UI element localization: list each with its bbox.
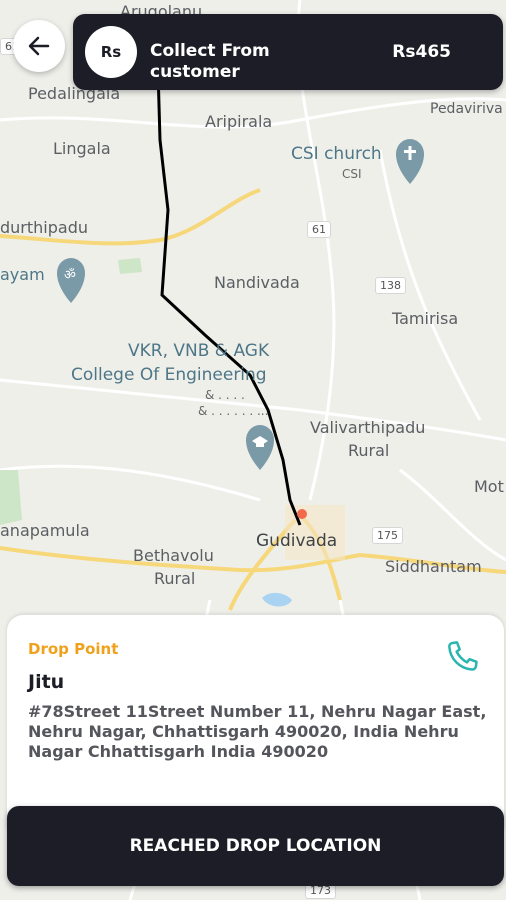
map-label-csi-church: CSI church (291, 144, 382, 164)
map-label-valivarthipadu: Valivarthipadu (310, 418, 426, 437)
map-label-durthipadu: durthipadu (0, 218, 88, 237)
customer-name: Jitu (28, 671, 65, 693)
call-button[interactable] (440, 635, 484, 679)
map-label-valivarthipadu-rural: Rural (348, 441, 390, 460)
arrow-left-icon (28, 36, 50, 56)
map-label-mot: Mot (474, 477, 504, 496)
road-shield-175: 175 (372, 527, 403, 544)
collect-amount: Rs465 (392, 42, 451, 62)
map-label-bethavolu: Bethavolu (133, 546, 214, 565)
map-label-siddhantam: Siddhantam (385, 557, 482, 576)
destination-dot (297, 509, 307, 519)
road-shield-61: 61 (307, 221, 331, 238)
map-label-ayam: ayam (0, 265, 45, 284)
map-label-csi: CSI (342, 167, 362, 181)
collect-label: Collect From customer (150, 41, 270, 82)
svg-text:ॐ: ॐ (64, 268, 76, 283)
map-label-vkr-line1: VKR, VNB & AGK (128, 341, 270, 361)
drop-point-title: Drop Point (28, 640, 119, 658)
map-label-vkr-line3: & . . . . (205, 388, 245, 402)
map-label-vkr-line4: & . . . . . . ... (198, 404, 269, 418)
map-label-pedaviriva: Pedaviriva (430, 101, 503, 117)
collect-payment-banner: Rs Collect From customer Rs465 (73, 14, 503, 90)
map-label-bethavolu-rural: Rural (154, 569, 196, 588)
reached-drop-location-button[interactable]: REACHED DROP LOCATION (7, 806, 504, 886)
map-label-vkr-line2: College Of Engineering (71, 365, 267, 385)
phone-icon (448, 641, 478, 671)
map-label-tamirisa: Tamirisa (392, 309, 459, 328)
map-label-aripirala: Aripirala (205, 112, 273, 131)
map-label-anapamula: anapamula (0, 521, 90, 540)
map-label-gudivada: Gudivada (256, 531, 338, 551)
rs-badge: Rs (85, 26, 137, 78)
map-label-lingala: Lingala (53, 139, 111, 158)
drop-address: #78Street 11Street Number 11, Nehru Naga… (28, 702, 487, 761)
road-shield-138: 138 (375, 277, 406, 294)
back-button[interactable] (13, 20, 65, 72)
map-label-nandivada: Nandivada (214, 273, 300, 292)
drop-point-card: Drop Point Jitu #78Street 11Street Numbe… (7, 615, 504, 830)
